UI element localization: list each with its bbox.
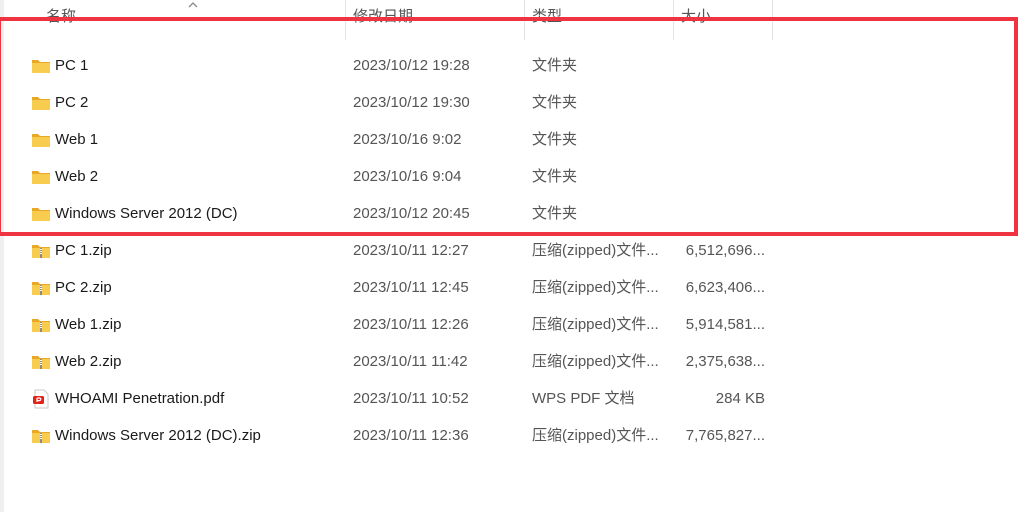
column-divider[interactable] (524, 0, 525, 40)
file-size (681, 121, 765, 158)
file-row[interactable]: Web 1.zip 2023/10/11 12:26 压缩(zipped)文件.… (0, 306, 1026, 343)
file-row[interactable]: Web 1 2023/10/16 9:02 文件夹 (0, 121, 1026, 158)
zip-folder-icon (32, 319, 50, 332)
file-type: 文件夹 (532, 57, 578, 74)
file-date: 2023/10/12 20:45 (353, 205, 470, 222)
file-name: PC 1 (55, 57, 89, 74)
file-name: Web 1 (55, 131, 99, 148)
file-size (681, 158, 765, 195)
file-row[interactable]: PC 2 2023/10/12 19:30 文件夹 (0, 84, 1026, 121)
file-name: Windows Server 2012 (DC) (55, 205, 238, 222)
file-type: 文件夹 (532, 205, 578, 222)
folder-icon (32, 60, 50, 73)
file-row[interactable]: PC 1.zip 2023/10/11 12:27 压缩(zipped)文件..… (0, 232, 1026, 269)
file-row[interactable]: PC 2.zip 2023/10/11 12:45 压缩(zipped)文件..… (0, 269, 1026, 306)
file-size: 5,914,581... (685, 316, 765, 333)
file-date: 2023/10/16 9:04 (353, 168, 462, 185)
file-type: 文件夹 (532, 131, 578, 148)
file-list: PC 1 2023/10/12 19:28 文件夹 PC 2 2023/10/1… (0, 47, 1026, 454)
file-date: 2023/10/11 12:45 (353, 279, 469, 296)
folder-icon (32, 171, 50, 184)
column-header-name[interactable]: 名称 (46, 0, 76, 40)
column-header-size[interactable]: 大小 (681, 0, 711, 40)
file-row[interactable]: WHOAMI Penetration.pdf 2023/10/11 10:52 … (0, 380, 1026, 417)
file-size: 284 KB (715, 390, 765, 407)
file-row[interactable]: Windows Server 2012 (DC) 2023/10/12 20:4… (0, 195, 1026, 232)
file-type: 文件夹 (532, 94, 578, 111)
file-type: WPS PDF 文档 (532, 390, 635, 407)
file-name: Web 2 (55, 168, 99, 185)
file-row[interactable]: Web 2 2023/10/16 9:04 文件夹 (0, 158, 1026, 195)
file-size: 6,512,696... (685, 242, 765, 259)
column-divider[interactable] (345, 0, 346, 40)
column-header-type[interactable]: 类型 (532, 0, 562, 40)
file-row[interactable]: PC 1 2023/10/12 19:28 文件夹 (0, 47, 1026, 84)
file-date: 2023/10/12 19:28 (353, 57, 470, 74)
file-type: 压缩(zipped)文件... (532, 242, 659, 259)
file-size (681, 47, 765, 84)
file-name: PC 2 (55, 94, 89, 111)
file-type: 压缩(zipped)文件... (532, 353, 659, 370)
folder-icon (32, 97, 50, 110)
zip-folder-icon (32, 245, 50, 258)
file-date: 2023/10/11 12:36 (353, 427, 469, 444)
zip-folder-icon (32, 282, 50, 295)
file-type: 压缩(zipped)文件... (532, 427, 659, 444)
file-date: 2023/10/11 12:26 (353, 316, 469, 333)
file-name: PC 2.zip (55, 279, 112, 296)
file-size: 2,375,638... (685, 353, 765, 370)
column-header-bar: 名称 修改日期 类型 大小 (0, 0, 1026, 40)
file-size (681, 195, 765, 232)
pdf-icon (33, 389, 49, 409)
zip-folder-icon (32, 356, 50, 369)
folder-icon (32, 134, 50, 147)
file-name: Windows Server 2012 (DC).zip (55, 427, 261, 444)
column-divider[interactable] (673, 0, 674, 40)
file-name: PC 1.zip (55, 242, 112, 259)
file-size: 7,765,827... (685, 427, 765, 444)
sort-ascending-icon (188, 2, 198, 8)
file-row[interactable]: Web 2.zip 2023/10/11 11:42 压缩(zipped)文件.… (0, 343, 1026, 380)
file-type: 压缩(zipped)文件... (532, 316, 659, 333)
file-date: 2023/10/11 11:42 (353, 353, 468, 370)
file-name: WHOAMI Penetration.pdf (55, 390, 225, 407)
file-date: 2023/10/11 10:52 (353, 390, 469, 407)
file-type: 压缩(zipped)文件... (532, 279, 659, 296)
folder-icon (32, 208, 50, 221)
file-date: 2023/10/12 19:30 (353, 94, 470, 111)
file-size (681, 84, 765, 121)
file-size: 6,623,406... (685, 279, 765, 296)
file-row[interactable]: Windows Server 2012 (DC).zip 2023/10/11 … (0, 417, 1026, 454)
zip-folder-icon (32, 430, 50, 443)
file-name: Web 2.zip (55, 353, 122, 370)
file-name: Web 1.zip (55, 316, 122, 333)
file-date: 2023/10/11 12:27 (353, 242, 469, 259)
column-header-date[interactable]: 修改日期 (353, 0, 413, 40)
file-type: 文件夹 (532, 168, 578, 185)
column-divider[interactable] (772, 0, 773, 40)
file-date: 2023/10/16 9:02 (353, 131, 462, 148)
